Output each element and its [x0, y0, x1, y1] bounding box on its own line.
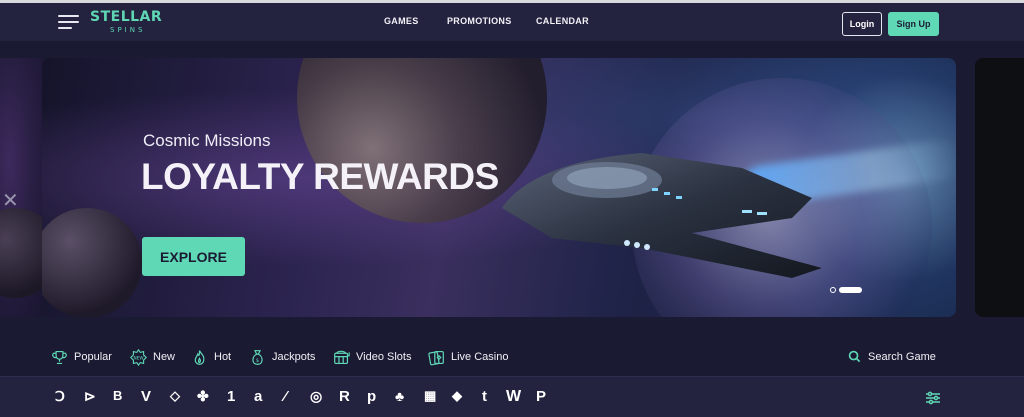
- provider-15-logo[interactable]: ◆: [452, 388, 462, 404]
- hero-slide: Cosmic Missions LOYALTY REWARDS EXPLORE: [42, 58, 956, 317]
- logo-wordmark: STELLAR: [90, 9, 163, 25]
- flame-icon: [194, 349, 205, 365]
- provider-11-logo[interactable]: R: [339, 388, 350, 405]
- category-hot[interactable]: Hot: [191, 346, 231, 368]
- category-jackpots[interactable]: $ Jackpots: [249, 346, 315, 368]
- provider-3-logo[interactable]: B: [113, 388, 122, 403]
- menu-icon[interactable]: [58, 15, 79, 29]
- provider-4-logo[interactable]: V: [141, 388, 151, 405]
- category-label: Hot: [214, 351, 232, 363]
- signup-button[interactable]: Sign Up: [888, 12, 939, 36]
- game-category-bar: Popular NEW New Hot $ Jackpots Video Slo…: [0, 326, 1024, 376]
- provider-5-logo[interactable]: ◇: [170, 388, 180, 404]
- new-badge-icon: NEW: [130, 348, 147, 366]
- logo-tagline: SPINS: [110, 26, 146, 34]
- category-live-casino[interactable]: Live Casino: [428, 346, 508, 368]
- cards-icon: [428, 350, 444, 365]
- category-label: Popular: [74, 351, 112, 363]
- site-header: STELLAR SPINS GAMES PROMOTIONS CALENDAR …: [0, 3, 1024, 41]
- hero-title: LOYALTY REWARDS: [141, 156, 499, 197]
- provider-18-logo[interactable]: P: [536, 388, 546, 405]
- site-logo[interactable]: STELLAR SPINS: [90, 9, 180, 37]
- carousel-dot-2-active[interactable]: [839, 287, 862, 293]
- explore-button[interactable]: EXPLORE: [142, 237, 245, 276]
- previous-slide-peek[interactable]: ✕: [0, 58, 48, 317]
- filter-icon[interactable]: [925, 391, 941, 405]
- category-label: Jackpots: [272, 351, 316, 363]
- provider-16-logo[interactable]: t: [482, 388, 487, 405]
- nav-calendar[interactable]: CALENDAR: [536, 16, 589, 26]
- slot-machine-icon: [334, 350, 350, 364]
- hero-carousel: ✕ Cosmic Missions LOYALTY REWARDS EXPLOR…: [0, 41, 1024, 326]
- spaceship-illustration: [502, 153, 822, 278]
- trophy-icon: [52, 350, 67, 364]
- provider-13-logo[interactable]: ♣: [395, 388, 404, 404]
- provider-logo-bar: Ↄ ⊳ B V ◇ ✤ 1 a ⁄ ◎ R p ♣ ▦ ◆ t W P: [0, 376, 1024, 417]
- money-bag-icon: $: [252, 349, 263, 365]
- provider-8-logo[interactable]: a: [254, 388, 262, 405]
- close-icon: ✕: [2, 190, 19, 212]
- provider-14-logo[interactable]: ▦: [424, 388, 436, 404]
- provider-17-logo[interactable]: W: [506, 388, 521, 406]
- category-label: Video Slots: [356, 351, 412, 363]
- nav-promotions[interactable]: PROMOTIONS: [447, 16, 512, 26]
- category-popular[interactable]: Popular: [51, 346, 112, 368]
- category-label: New: [153, 351, 176, 363]
- search-game-button[interactable]: Search Game: [848, 350, 936, 363]
- carousel-dot-1[interactable]: [830, 287, 836, 293]
- svg-text:NEW: NEW: [133, 355, 144, 361]
- search-icon: [848, 350, 861, 363]
- provider-1-logo[interactable]: Ↄ: [55, 388, 65, 405]
- nav-games[interactable]: GAMES: [384, 16, 419, 26]
- provider-10-logo[interactable]: ◎: [310, 388, 322, 405]
- login-button[interactable]: Login: [842, 12, 882, 36]
- category-new[interactable]: NEW New: [130, 346, 175, 368]
- search-label: Search Game: [868, 350, 936, 363]
- next-slide-peek[interactable]: [975, 58, 1024, 317]
- planet-image: [0, 208, 48, 298]
- provider-9-logo[interactable]: ⁄: [284, 388, 287, 405]
- provider-6-logo[interactable]: ✤: [197, 388, 209, 405]
- category-label: Live Casino: [451, 351, 509, 363]
- moon-image: [42, 208, 142, 317]
- provider-7-logo[interactable]: 1: [227, 388, 235, 405]
- svg-text:$: $: [256, 357, 259, 363]
- provider-2-logo[interactable]: ⊳: [84, 388, 96, 405]
- provider-12-logo[interactable]: p: [367, 388, 376, 405]
- category-video-slots[interactable]: Video Slots: [333, 346, 411, 368]
- hero-subtitle: Cosmic Missions: [143, 131, 271, 150]
